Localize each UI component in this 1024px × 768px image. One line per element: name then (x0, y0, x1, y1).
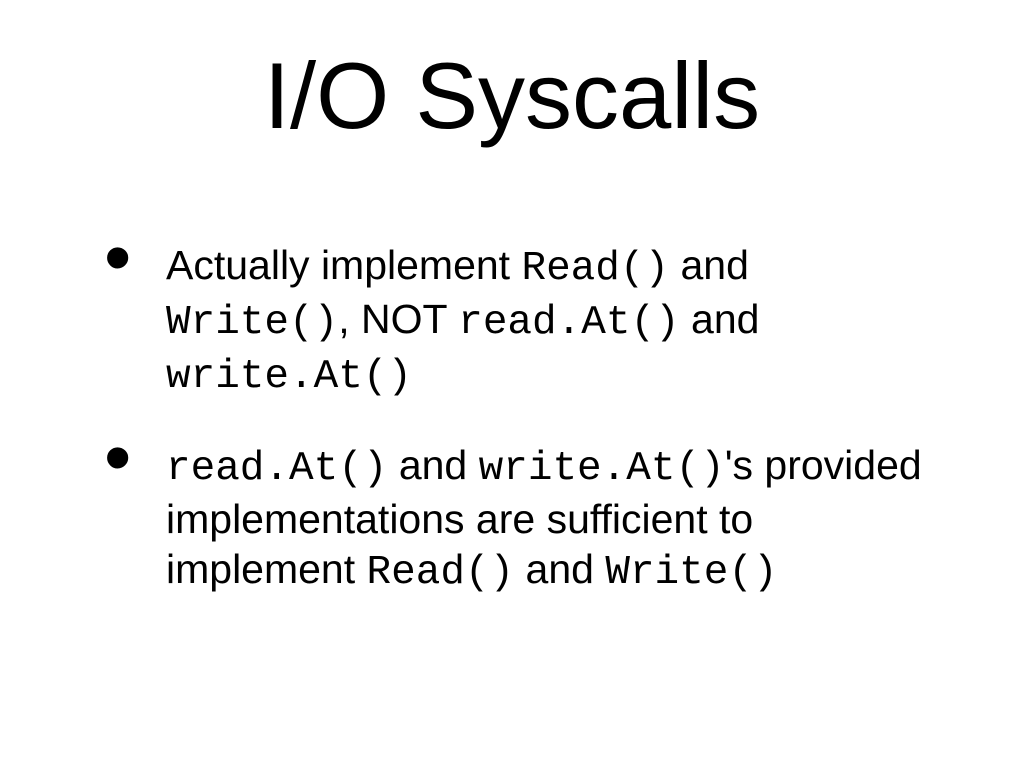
code-run: Read() (367, 550, 515, 596)
list-item: Actually implement Read() and Write(), N… (98, 240, 928, 402)
bullet-list: Actually implement Read() and Write(), N… (98, 240, 928, 598)
code-run: write.At() (166, 354, 412, 400)
code-run: Read() (521, 246, 669, 292)
code-run: write.At() (479, 446, 725, 492)
text-run: and (387, 442, 478, 488)
code-run: Write() (166, 300, 338, 346)
text-run: and (680, 296, 760, 342)
slide-body: Actually implement Read() and Write(), N… (98, 240, 928, 636)
slide: I/O Syscalls Actually implement Read() a… (0, 0, 1024, 768)
code-run: Write() (605, 550, 777, 596)
text-run: and (514, 546, 605, 592)
code-run: read.At() (458, 300, 679, 346)
code-run: read.At() (166, 446, 387, 492)
slide-title: I/O Syscalls (0, 42, 1024, 150)
text-run: and (669, 242, 749, 288)
text-run: , NOT (338, 296, 458, 342)
list-item: read.At() and write.At()'s provided impl… (98, 440, 928, 598)
text-run: Actually implement (166, 242, 521, 288)
